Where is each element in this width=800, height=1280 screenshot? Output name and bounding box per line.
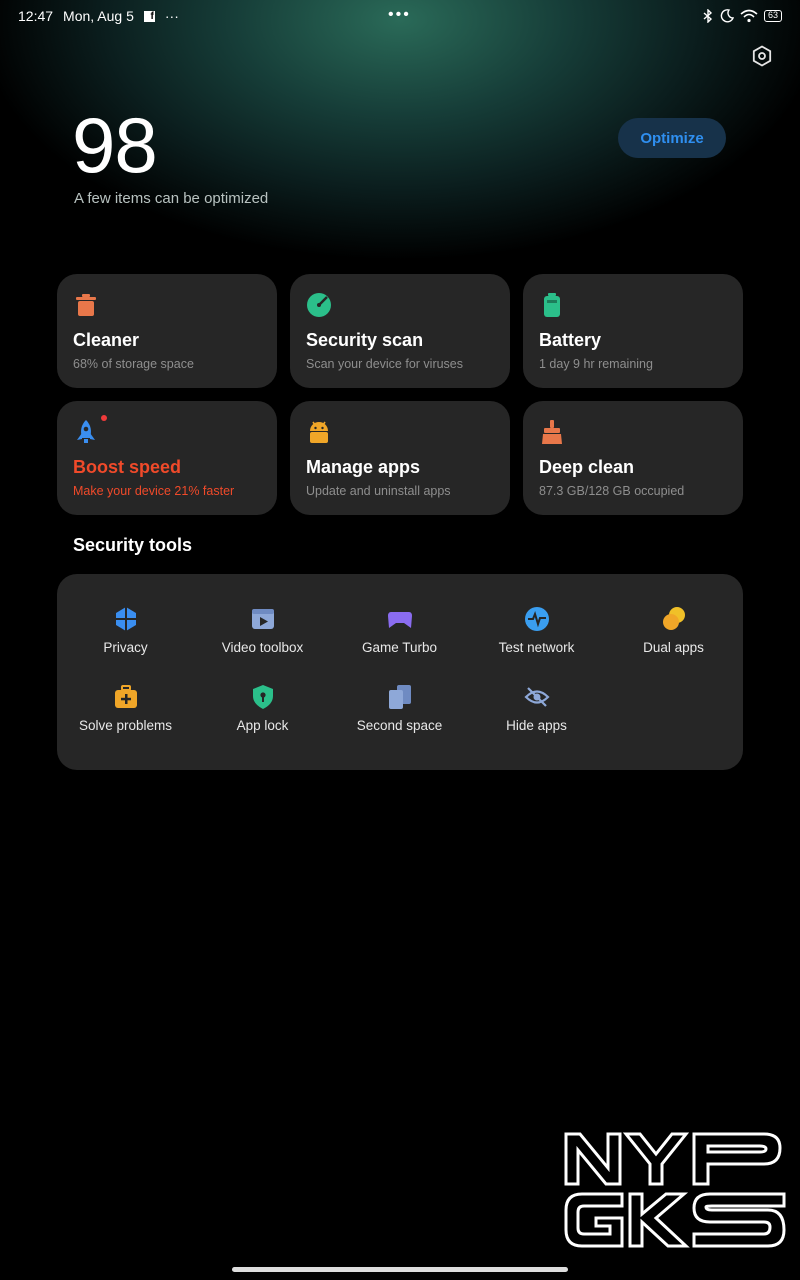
- feature-cards: Cleaner 68% of storage space Security sc…: [57, 274, 743, 515]
- security-tools-title: Security tools: [73, 535, 193, 555]
- tool-label: Solve problems: [78, 718, 173, 733]
- moon-icon: [720, 9, 734, 23]
- status-date: Mon, Aug 5: [63, 8, 134, 24]
- card-subtitle: Make your device 21% faster: [73, 484, 235, 498]
- tool-label: Second space: [356, 718, 443, 733]
- card-subtitle: 68% of storage space: [73, 357, 194, 371]
- window-handle-dots[interactable]: •••: [388, 6, 411, 24]
- broom-icon: [539, 419, 565, 445]
- privacy-icon: [113, 606, 139, 632]
- network-icon: [524, 606, 550, 632]
- facebook-icon: f: [143, 10, 155, 22]
- card-subtitle: Update and uninstall apps: [306, 484, 451, 498]
- gamepad-icon: [387, 606, 413, 632]
- tool-solve-problems[interactable]: Solve problems: [57, 684, 194, 733]
- radar-icon: [306, 292, 332, 318]
- tool-game-turbo[interactable]: Game Turbo: [331, 606, 468, 655]
- video-icon: [250, 606, 276, 632]
- card-title: Boost speed: [73, 457, 182, 477]
- wifi-icon: [740, 9, 758, 23]
- card-title: Security scan: [306, 330, 424, 350]
- card-deep-clean[interactable]: Deep clean 87.3 GB/128 GB occupied: [523, 401, 743, 515]
- gesture-navigation-bar[interactable]: [232, 1267, 568, 1272]
- card-cleaner[interactable]: Cleaner 68% of storage space: [57, 274, 277, 388]
- eye-off-icon: [523, 684, 550, 710]
- card-subtitle: Scan your device for viruses: [306, 357, 464, 371]
- battery-icon: 63: [763, 10, 782, 22]
- score-subtitle: A few items can be optimized: [74, 190, 269, 207]
- battery-icon: [539, 292, 565, 318]
- tool-dual-apps[interactable]: Dual apps: [605, 606, 742, 655]
- tool-label: Video toolbox: [221, 640, 304, 655]
- android-icon: [306, 419, 332, 445]
- tool-second-space[interactable]: Second space: [331, 684, 468, 733]
- bluetooth-icon: [703, 9, 713, 23]
- rocket-icon: [73, 415, 107, 445]
- settings-icon: [752, 45, 772, 67]
- tool-label: Dual apps: [643, 640, 704, 655]
- lock-shield-icon: [250, 684, 276, 710]
- trash-icon: [73, 292, 99, 318]
- card-title: Manage apps: [306, 457, 421, 477]
- tool-label: Hide apps: [506, 718, 567, 733]
- card-subtitle: 87.3 GB/128 GB occupied: [539, 484, 685, 498]
- status-bar: 12:47 Mon, Aug 5 f ··· ••• 63: [0, 0, 800, 32]
- tool-label: App lock: [236, 718, 289, 733]
- card-subtitle: 1 day 9 hr remaining: [539, 357, 653, 371]
- card-title: Cleaner: [73, 330, 140, 350]
- card-security-scan[interactable]: Security scan Scan your device for virus…: [290, 274, 510, 388]
- status-time: 12:47: [18, 8, 54, 24]
- card-title: Battery: [539, 330, 602, 350]
- overflow-indicator: ···: [164, 8, 179, 24]
- security-tools-panel: Privacy Video toolbox Game Turbo Test ne…: [57, 574, 743, 770]
- settings-button[interactable]: [748, 42, 776, 70]
- tool-hide-apps[interactable]: Hide apps: [468, 684, 605, 733]
- tool-video-toolbox[interactable]: Video toolbox: [194, 606, 331, 655]
- optimize-button[interactable]: Optimize: [618, 118, 726, 158]
- tool-test-network[interactable]: Test network: [468, 606, 605, 655]
- card-boost-speed[interactable]: Boost speed Make your device 21% faster: [57, 401, 277, 515]
- tool-label: Privacy: [103, 640, 148, 655]
- second-space-icon: [387, 684, 413, 710]
- tool-label: Test network: [498, 640, 575, 655]
- dual-apps-icon: [661, 606, 687, 632]
- watermark-logo: [560, 1126, 790, 1254]
- card-battery[interactable]: Battery 1 day 9 hr remaining: [523, 274, 743, 388]
- medkit-icon: [113, 684, 139, 710]
- security-score: 98: [72, 101, 158, 189]
- tool-privacy[interactable]: Privacy: [57, 606, 194, 655]
- notification-dot: [101, 415, 107, 421]
- tool-label: Game Turbo: [361, 640, 438, 655]
- card-title: Deep clean: [539, 457, 635, 477]
- card-manage-apps[interactable]: Manage apps Update and uninstall apps: [290, 401, 510, 515]
- tool-app-lock[interactable]: App lock: [194, 684, 331, 733]
